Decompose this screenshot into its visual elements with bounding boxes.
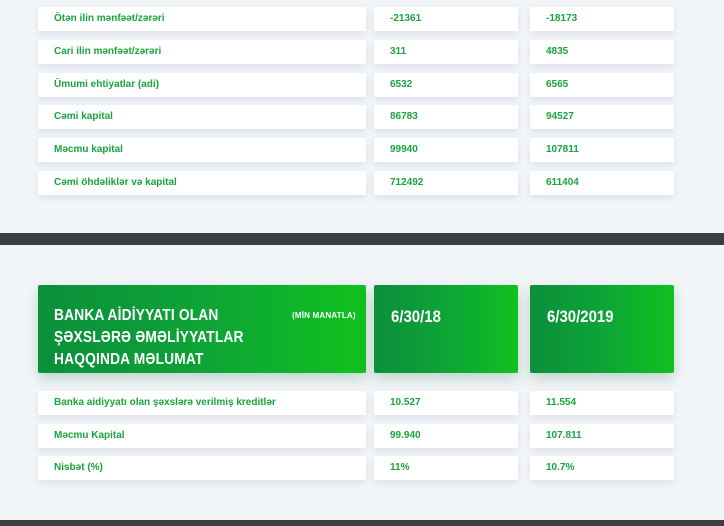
table-row: Ümumi ehtiyatlar (adi) 6532 6565: [0, 73, 724, 97]
row-label: Məcmu kapital: [38, 138, 366, 162]
row-value-2019: 107811: [530, 138, 674, 162]
section-divider: [0, 233, 724, 245]
row-value-2018: 99940: [374, 138, 518, 162]
row-value-2018: 712492: [374, 171, 518, 195]
unit-label: (MİN MANATLA): [292, 311, 356, 320]
row-value-date2: 107.811: [530, 424, 674, 448]
row-label: Ümumi ehtiyatlar (adi): [38, 73, 366, 97]
related-parties-title: BANKA AİDİYYATI OLAN ŞƏXSLƏRƏ ƏMƏLİYYATL…: [54, 307, 244, 368]
row-value-2018: 86783: [374, 105, 518, 129]
table-row: Məcmu Kapital 99.940 107.811: [0, 424, 724, 448]
row-label: Banka aidiyyatı olan şəxslərə verilmiş k…: [38, 391, 366, 415]
row-value-2019: -18173: [530, 7, 674, 31]
table-row: Cəmi öhdəliklər və kapital 712492 611404: [0, 171, 724, 195]
row-value-date2: 10.7%: [530, 456, 674, 480]
row-value-2019: 6565: [530, 73, 674, 97]
row-label: Cəmi öhdəliklər və kapital: [38, 171, 366, 195]
row-label: Cari ilin mənfəət/zərəri: [38, 40, 366, 64]
row-value-2019: 611404: [530, 171, 674, 195]
row-value-date2: 11.554: [530, 391, 674, 415]
section-divider: [0, 520, 724, 526]
table-row: Cəmi kapital 86783 94527: [0, 105, 724, 129]
table-row: Nisbət (%) 11% 10.7%: [0, 456, 724, 480]
row-value-2018: 311: [374, 40, 518, 64]
date-header-1: 6/30/18: [391, 307, 441, 326]
row-label: Məcmu Kapital: [38, 424, 366, 448]
row-value-2019: 94527: [530, 105, 674, 129]
table-row: Cari ilin mənfəət/zərəri 311 4835: [0, 40, 724, 64]
related-parties-header-card: BANKA AİDİYYATI OLAN ŞƏXSLƏRƏ ƏMƏLİYYATL…: [38, 285, 366, 373]
row-value-date1: 99.940: [374, 424, 518, 448]
row-value-2018: -21361: [374, 7, 518, 31]
related-parties-section: BANKA AİDİYYATI OLAN ŞƏXSLƏRƏ ƏMƏLİYYATL…: [0, 245, 724, 520]
row-value-2019: 4835: [530, 40, 674, 64]
row-value-date1: 11%: [374, 456, 518, 480]
date-header-card-2: 6/30/2019: [530, 285, 674, 373]
table-row: Məcmu kapital 99940 107811: [0, 138, 724, 162]
row-label: Nisbət (%): [38, 456, 366, 480]
financial-table-section: Ötən ilin mənfəət/zərəri -21361 -18173 C…: [0, 0, 724, 233]
table-row: Ötən ilin mənfəət/zərəri -21361 -18173: [0, 7, 724, 31]
row-value-2018: 6532: [374, 73, 518, 97]
row-value-date1: 10.527: [374, 391, 518, 415]
date-header-2: 6/30/2019: [547, 307, 614, 326]
table-row: Banka aidiyyatı olan şəxslərə verilmiş k…: [0, 391, 724, 415]
date-header-card-1: 6/30/18: [374, 285, 518, 373]
row-label: Ötən ilin mənfəət/zərəri: [38, 7, 366, 31]
row-label: Cəmi kapital: [38, 105, 366, 129]
